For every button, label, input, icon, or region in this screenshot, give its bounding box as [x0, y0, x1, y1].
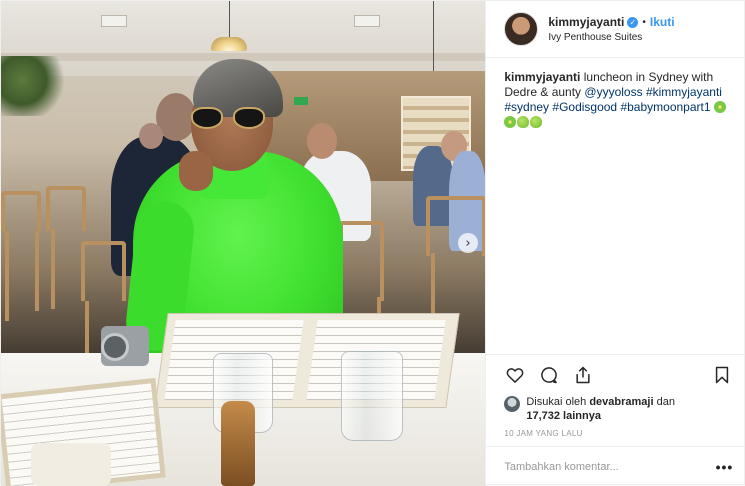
liker-username-link[interactable]: devabramaji	[589, 396, 653, 408]
bg-person-head	[307, 123, 337, 159]
header-row: kimmyjayanti ✓ • Ikuti	[548, 15, 674, 29]
napkin	[31, 443, 111, 486]
chair-leg	[35, 231, 39, 311]
sunglasses	[191, 107, 267, 129]
open-menu	[154, 313, 460, 408]
chair	[1, 191, 41, 231]
likes-summary: Disukai oleh devabramaji dan 17,732 lain…	[504, 395, 733, 423]
green-apple-emoji-icon	[517, 116, 530, 128]
share-icon	[576, 366, 590, 384]
carousel-next-button[interactable]: ›	[458, 233, 478, 253]
bg-person-head	[139, 123, 163, 149]
caption: kimmyjayanti luncheon in Sydney with Ded…	[486, 58, 744, 130]
post-header: kimmyjayanti ✓ • Ikuti Ivy Penthouse Sui…	[486, 1, 744, 58]
water-glass	[341, 351, 403, 441]
instagram-post: › kimmyjayanti ✓ • Ikuti Ivy Penthouse S…	[0, 0, 745, 486]
chair-leg	[5, 231, 9, 321]
share-button[interactable]	[572, 364, 594, 386]
caption-username[interactable]: kimmyjayanti	[504, 70, 580, 84]
likes-conj: dan	[653, 396, 675, 408]
comment-input[interactable]	[504, 460, 716, 473]
follow-button[interactable]: Ikuti	[650, 15, 675, 29]
hashtag-link[interactable]: #kimmyjayanti	[646, 85, 722, 99]
heart-icon	[506, 368, 524, 383]
verified-badge-icon: ✓	[627, 16, 639, 28]
green-apple-emoji-icon	[530, 116, 543, 128]
camera-lens	[101, 333, 129, 361]
separator-dot: •	[642, 16, 646, 28]
comment-button[interactable]	[538, 364, 560, 386]
mention-link[interactable]: @yyyoloss	[584, 85, 642, 99]
kiwi-emoji-icon	[713, 101, 726, 113]
pendant-lamp	[211, 37, 247, 51]
post-timestamp[interactable]: 10 JAM YANG LALU	[504, 429, 733, 438]
location-link[interactable]: Ivy Penthouse Suites	[548, 32, 674, 43]
chair-leg	[51, 229, 55, 309]
chair	[339, 221, 384, 301]
header-text: kimmyjayanti ✓ • Ikuti Ivy Penthouse Sui…	[548, 15, 674, 43]
more-options-icon[interactable]: •••	[716, 459, 734, 475]
liker-avatar[interactable]	[504, 396, 521, 412]
chair-leg	[431, 253, 435, 313]
pepper-grinder	[221, 401, 255, 486]
save-button[interactable]	[711, 364, 733, 386]
like-button[interactable]	[504, 364, 526, 386]
ceiling-vent	[354, 15, 380, 27]
woman-hand	[179, 151, 213, 191]
kiwi-emoji-icon	[504, 116, 517, 128]
sunglasses-lens	[191, 107, 223, 129]
chair	[46, 186, 86, 231]
lamp-cord	[229, 1, 230, 37]
bookmark-icon	[716, 366, 729, 384]
avatar[interactable]	[504, 12, 539, 46]
ceiling-vent	[101, 15, 127, 27]
post-sidebar: kimmyjayanti ✓ • Ikuti Ivy Penthouse Sui…	[485, 1, 745, 486]
comment-bar: •••	[486, 446, 745, 486]
post-photo[interactable]: ›	[1, 1, 486, 486]
hashtag-link[interactable]: #Godisgood	[552, 100, 617, 114]
chair	[81, 241, 126, 301]
hashtag-link[interactable]: #babymoonpart1	[620, 100, 710, 114]
comment-bubble-icon	[541, 367, 558, 384]
hanging-plant	[1, 56, 71, 116]
hashtag-link[interactable]: #sydney	[504, 100, 549, 114]
username-link[interactable]: kimmyjayanti	[548, 15, 624, 29]
post-actions: Disukai oleh devabramaji dan 17,732 lain…	[486, 354, 745, 438]
lamp-cord	[433, 1, 434, 77]
likes-prefix: Disukai oleh	[526, 396, 590, 408]
sunglasses-lens	[233, 107, 265, 129]
likes-text: Disukai oleh devabramaji dan 17,732 lain…	[526, 395, 675, 423]
action-icons	[504, 363, 733, 387]
chevron-right-icon: ›	[465, 235, 471, 251]
chair-leg	[85, 301, 89, 356]
likes-count-link[interactable]: 17,732 lainnya	[526, 410, 601, 422]
exit-sign	[294, 97, 308, 105]
